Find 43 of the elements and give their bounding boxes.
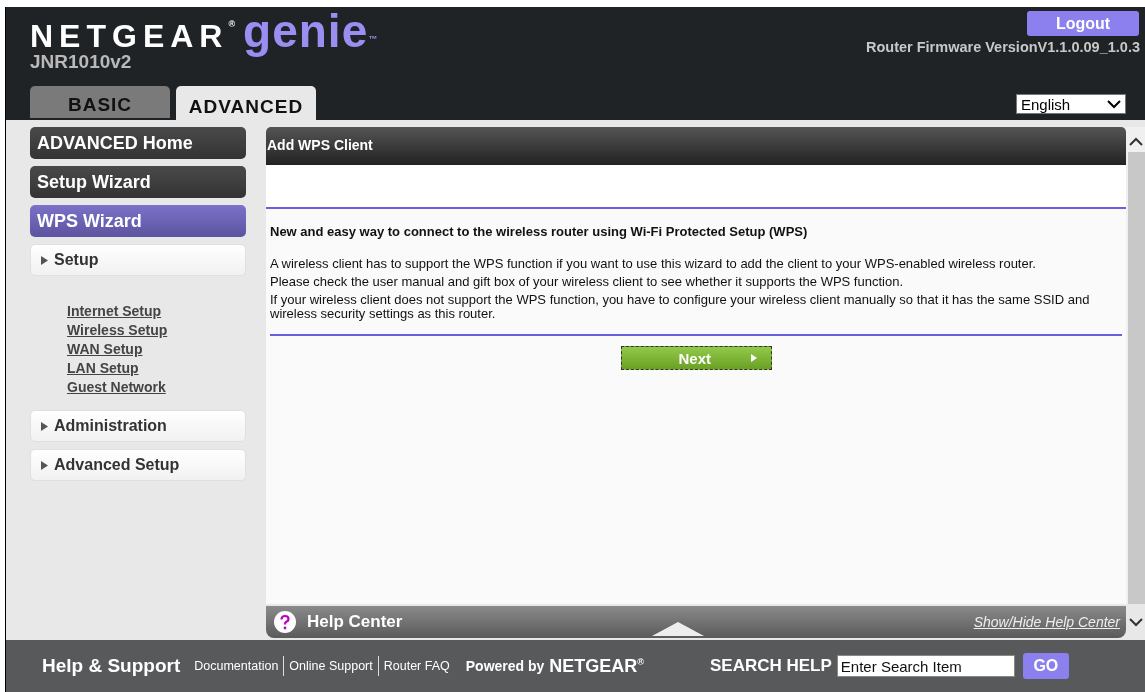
paragraph: Please check the user manual and gift box of your wireless client to see whether it supports the WPS function. bbox=[270, 275, 904, 289]
triangle-right-icon bbox=[750, 354, 757, 362]
sidebar-link[interactable]: WAN Setup bbox=[67, 341, 143, 357]
sidebar-button[interactable]: WPS Wizard bbox=[30, 205, 246, 237]
language-select[interactable]: English bbox=[1016, 94, 1126, 114]
sidebar-link[interactable]: Internet Setup bbox=[67, 303, 162, 319]
triangle-right-icon bbox=[41, 421, 48, 431]
chevron-down-icon bbox=[1107, 99, 1121, 109]
question-icon bbox=[274, 611, 296, 633]
sidebar-section[interactable]: Advanced Setup bbox=[30, 449, 246, 481]
triangle-up-icon bbox=[652, 622, 705, 636]
show-hide-link[interactable]: Show/Hide Help Center bbox=[973, 614, 1120, 630]
paragraph: A wireless client has to support the WPS function if you want to use this wizard to add the client to your WPS-enabled wireless router. bbox=[270, 257, 1037, 271]
tab[interactable]: ADVANCED bbox=[176, 86, 316, 120]
sidebar-button[interactable]: Setup Wizard bbox=[30, 166, 246, 198]
model-name: JNR1010v2 bbox=[30, 51, 133, 73]
sidebar-link[interactable]: LAN Setup bbox=[67, 360, 139, 376]
section-heading: New and easy way to connect to the wireless router using Wi-Fi Protected Setup (WPS) bbox=[270, 224, 809, 239]
search-help-label: SEARCH HELP bbox=[710, 656, 832, 676]
panel-title: Add WPS Client bbox=[266, 127, 1126, 165]
help-center-bar[interactable]: Help Center Show/Hide Help Center bbox=[266, 606, 1126, 638]
netgear-logo: NETGEAR$^{®}$ bbox=[549, 655, 644, 677]
powered-by-label: Powered by bbox=[465, 658, 545, 674]
footer-link[interactable]: Router FAQ bbox=[383, 659, 450, 673]
triangle-right-icon bbox=[41, 255, 48, 265]
triangle-right-icon bbox=[41, 460, 48, 470]
footer-link[interactable]: Online Support bbox=[289, 659, 373, 673]
scrollbar[interactable] bbox=[1126, 127, 1145, 604]
sidebar-button[interactable]: ADVANCED Home bbox=[30, 127, 246, 159]
sidebar-link[interactable]: Guest Network bbox=[67, 379, 166, 395]
tab[interactable]: BASIC bbox=[30, 86, 170, 118]
sidebar-section[interactable]: Setup bbox=[30, 244, 246, 276]
chevron-up-icon bbox=[1129, 137, 1143, 146]
footer-link[interactable]: Documentation bbox=[194, 659, 279, 673]
sidebar-section[interactable]: Administration bbox=[30, 410, 246, 442]
firmware-version: Router Firmware VersionV1.1.0.09_1.0.3 bbox=[865, 39, 1140, 55]
help-center-label: Help Center bbox=[307, 612, 403, 632]
help-support-label: Help & Support bbox=[42, 655, 181, 677]
chevron-down-icon bbox=[1129, 617, 1143, 627]
sidebar-link[interactable]: Wireless Setup bbox=[67, 322, 168, 338]
search-field[interactable]: Enter Search Item bbox=[836, 655, 1015, 677]
paragraph: If your wireless client does not support the WPS function, you have to configure your wireless client manually so that it has the same SSID and wireless security settings as this router. bbox=[270, 293, 1091, 321]
brand-logo: NETGEAR$^{®}$ bbox=[30, 18, 236, 54]
